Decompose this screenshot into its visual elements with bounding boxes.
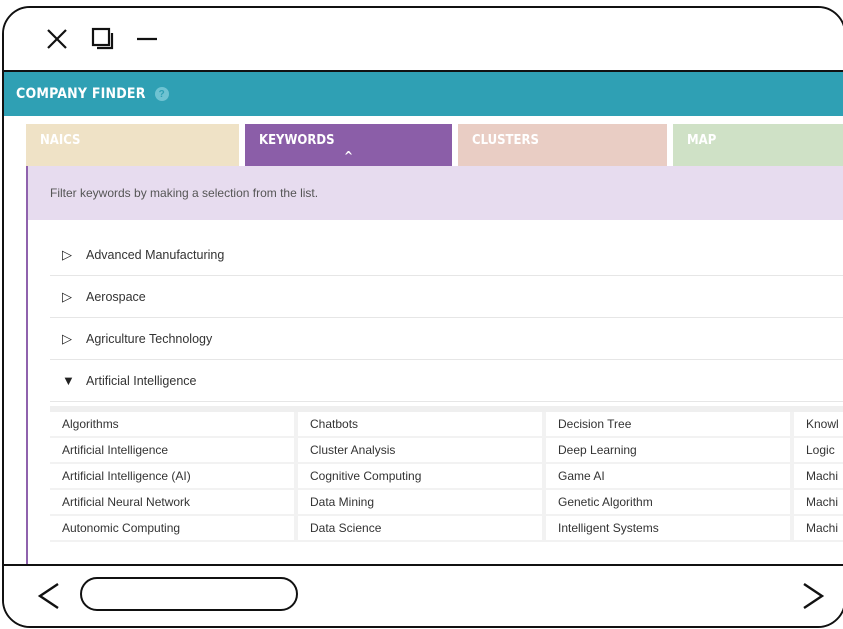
help-icon[interactable]: ?: [154, 87, 169, 101]
category-label: Artificial Intelligence: [86, 373, 197, 388]
app-header: COMPANY FINDER ?: [4, 72, 843, 116]
keyword-item[interactable]: Machi: [794, 516, 843, 542]
triangle-right-icon: ▷: [62, 288, 72, 304]
keyword-item[interactable]: Artificial Intelligence: [50, 438, 298, 464]
category-list: ▷ Advanced Manufacturing ▷ Aerospace ▷ A…: [50, 234, 843, 402]
keyword-item[interactable]: Artificial Neural Network: [50, 490, 298, 516]
keyword-item[interactable]: Machi: [794, 464, 843, 490]
keyword-item[interactable]: Chatbots: [298, 412, 546, 438]
filter-banner: Filter keywords by making a selection fr…: [28, 166, 843, 220]
tab-label: NAICS: [40, 133, 81, 148]
keyword-item[interactable]: Game AI: [546, 464, 794, 490]
keyword-item[interactable]: Algorithms: [50, 412, 298, 438]
triangle-right-icon: ▷: [62, 246, 72, 262]
app-title: COMPANY FINDER: [16, 86, 146, 102]
category-label: Agriculture Technology: [86, 331, 213, 346]
keyword-item[interactable]: Genetic Algorithm: [546, 490, 794, 516]
tab-keywords[interactable]: KEYWORDS ^: [245, 124, 452, 166]
maximize-icon[interactable]: [88, 8, 118, 70]
category-advanced-manufacturing[interactable]: ▷ Advanced Manufacturing: [50, 234, 843, 276]
keyword-item[interactable]: Machi: [794, 490, 843, 516]
tab-label: KEYWORDS: [259, 133, 335, 148]
keyword-item[interactable]: Data Mining: [298, 490, 546, 516]
tab-bar: NAICS KEYWORDS ^ CLUSTERS MAP: [26, 124, 843, 166]
tab-clusters[interactable]: CLUSTERS: [458, 124, 667, 166]
keyword-item[interactable]: Data Science: [298, 516, 546, 542]
category-aerospace[interactable]: ▷ Aerospace: [50, 276, 843, 318]
chevron-up-icon: ^: [343, 149, 354, 163]
keyword-item[interactable]: Logic: [794, 438, 843, 464]
triangle-right-icon: ▷: [62, 330, 72, 346]
tab-label: MAP: [687, 133, 717, 148]
filter-instructions: Filter keywords by making a selection fr…: [50, 186, 319, 200]
keyword-item[interactable]: Cluster Analysis: [298, 438, 546, 464]
keyword-item[interactable]: Decision Tree: [546, 412, 794, 438]
address-bar[interactable]: [80, 577, 298, 611]
category-label: Advanced Manufacturing: [86, 247, 225, 262]
keyword-grid: Algorithms Chatbots Decision Tree Knowl …: [50, 406, 843, 542]
close-icon[interactable]: [42, 8, 72, 70]
device-frame: COMPANY FINDER ? NAICS KEYWORDS ^ CLUSTE…: [2, 6, 843, 628]
triangle-down-icon: ▼: [62, 373, 75, 388]
keyword-item[interactable]: Deep Learning: [546, 438, 794, 464]
window-titlebar: [4, 8, 843, 72]
keyword-item[interactable]: Intelligent Systems: [546, 516, 794, 542]
page-viewport: COMPANY FINDER ? NAICS KEYWORDS ^ CLUSTE…: [4, 72, 843, 564]
keywords-panel: Filter keywords by making a selection fr…: [26, 166, 843, 564]
keyword-item[interactable]: Knowl: [794, 412, 843, 438]
tab-label: CLUSTERS: [472, 133, 539, 148]
browser-bottom-bar: [4, 564, 843, 626]
category-label: Aerospace: [86, 289, 146, 304]
keyword-item[interactable]: Artificial Intelligence (AI): [50, 464, 298, 490]
tab-naics[interactable]: NAICS: [26, 124, 239, 166]
category-agriculture-technology[interactable]: ▷ Agriculture Technology: [50, 318, 843, 360]
category-artificial-intelligence[interactable]: ▼ Artificial Intelligence: [50, 360, 843, 402]
minimize-icon[interactable]: [132, 8, 162, 70]
tab-map[interactable]: MAP: [673, 124, 843, 166]
forward-arrow-icon[interactable]: [798, 576, 828, 616]
back-arrow-icon[interactable]: [34, 576, 64, 616]
keyword-item[interactable]: Cognitive Computing: [298, 464, 546, 490]
keyword-item[interactable]: Autonomic Computing: [50, 516, 298, 542]
